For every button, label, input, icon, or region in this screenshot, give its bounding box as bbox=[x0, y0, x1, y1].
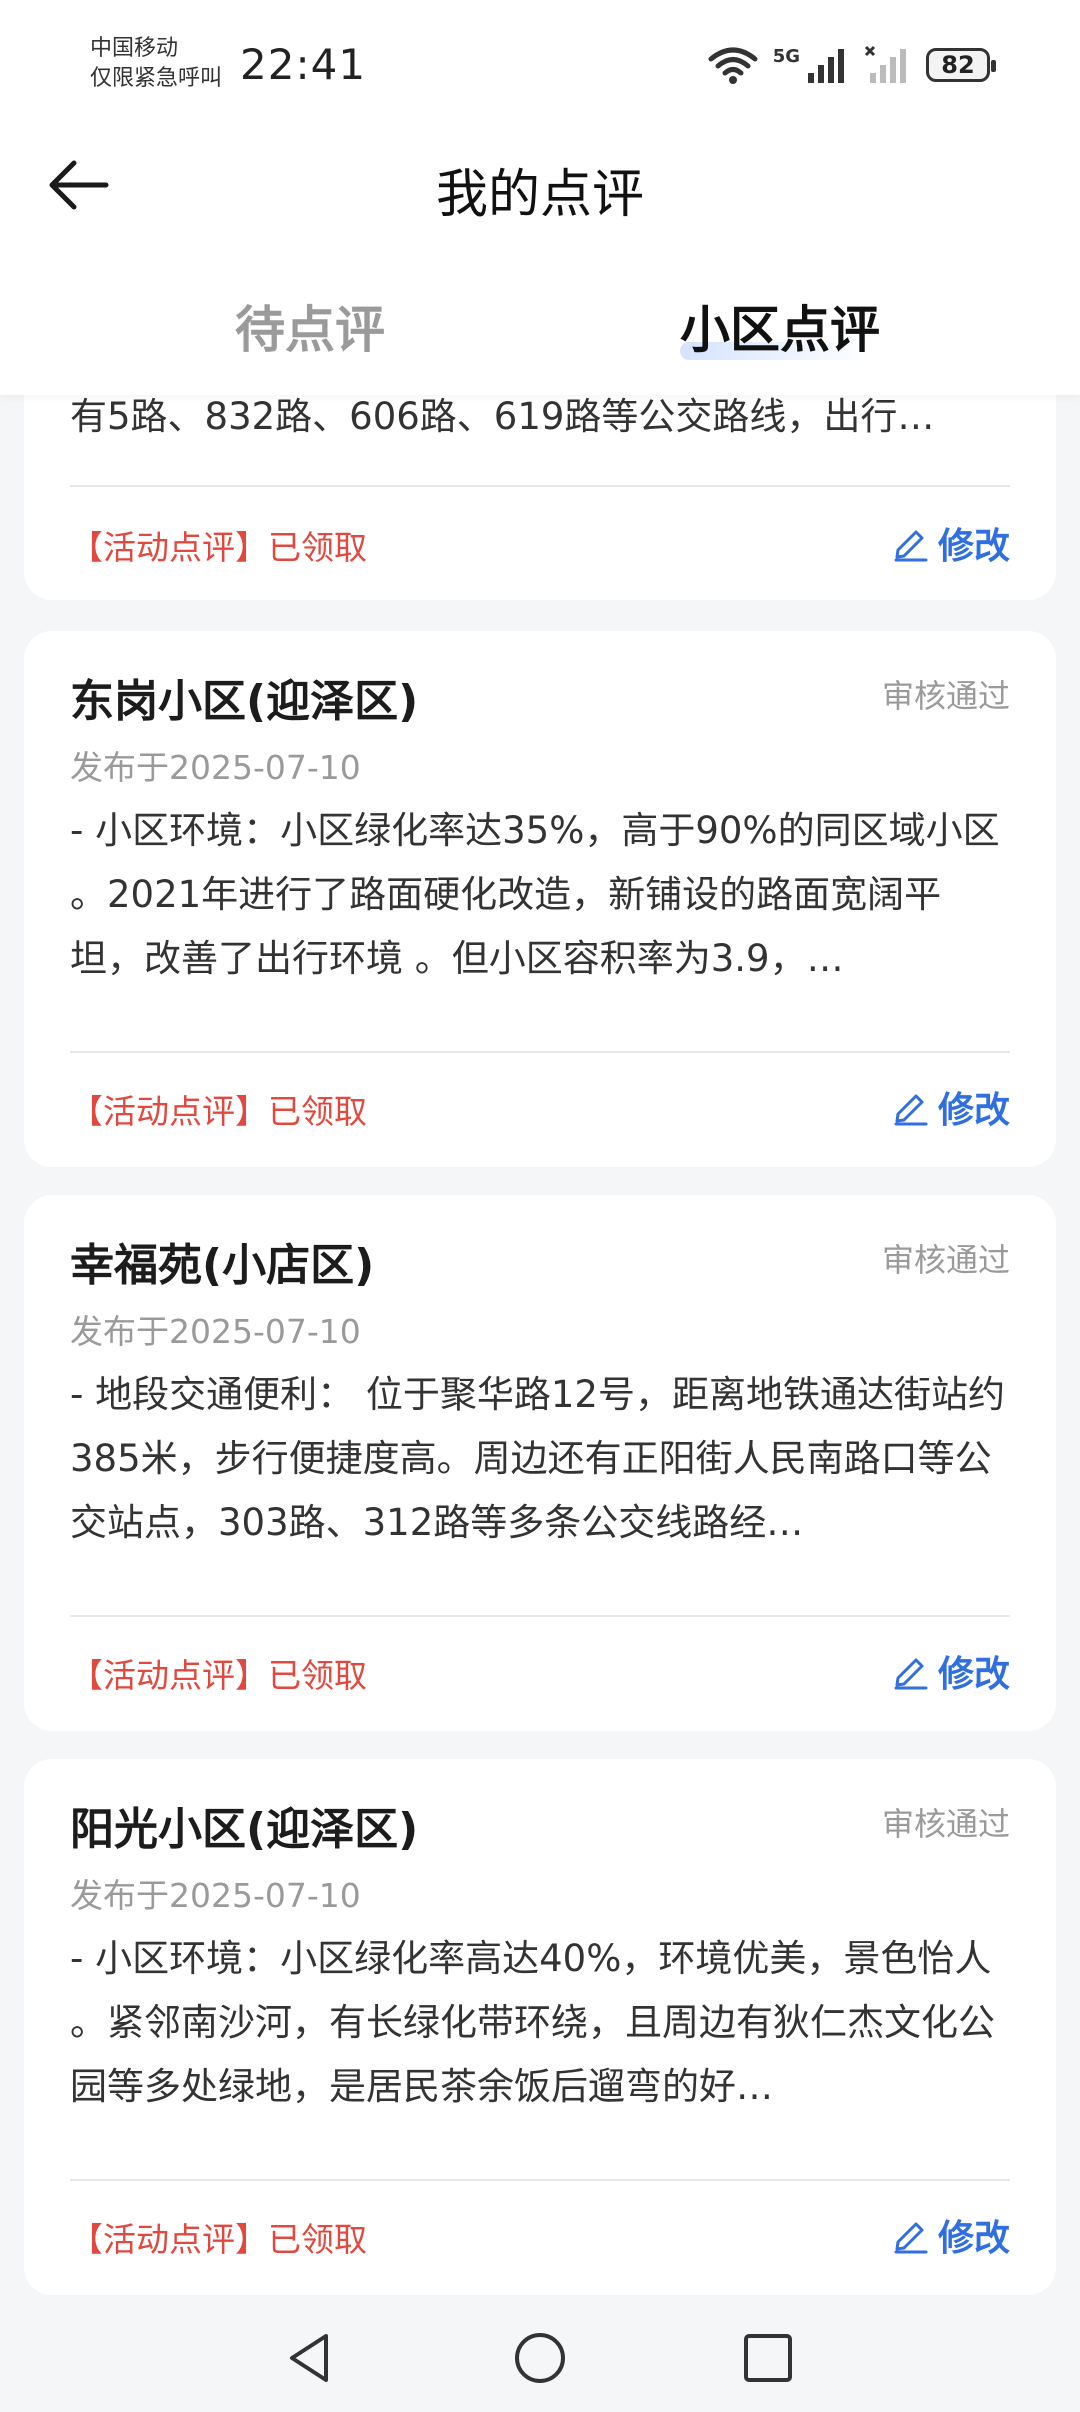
divider bbox=[70, 2179, 1010, 2181]
review-body: 有5路、832路、606路、619路等公交路线，出行… bbox=[70, 395, 935, 438]
app-header: 我的点评 bbox=[0, 130, 1080, 240]
community-name: 幸福苑(小店区) bbox=[70, 1240, 375, 1291]
review-status: 审核通过 bbox=[881, 677, 1010, 715]
publish-date: 发布于2025-07-10 bbox=[70, 1312, 361, 1351]
clock: 22:41 bbox=[240, 40, 367, 89]
system-nav-bar bbox=[0, 2300, 1080, 2412]
divider bbox=[70, 485, 1010, 487]
review-list[interactable]: 有5路、832路、606路、619路等公交路线，出行… 【活动点评】已领取 修改… bbox=[0, 395, 1080, 2300]
divider bbox=[70, 1051, 1010, 1053]
nav-back-icon[interactable] bbox=[280, 2328, 340, 2388]
edit-button[interactable]: 修改 bbox=[892, 1081, 1010, 1133]
edit-icon bbox=[894, 530, 928, 562]
activity-tag: 【活动点评】已领取 bbox=[70, 1656, 367, 1695]
edit-label: 修改 bbox=[937, 2218, 1010, 2259]
edit-label: 修改 bbox=[937, 1090, 1010, 1131]
nav-home-icon[interactable] bbox=[510, 2328, 570, 2388]
carrier-name: 中国移动 bbox=[90, 36, 179, 61]
edit-icon bbox=[894, 2222, 928, 2254]
tab-bar: 待点评 小区点评 bbox=[0, 240, 1080, 395]
network-type: 5G bbox=[772, 45, 800, 67]
battery-level: 82 bbox=[941, 51, 975, 79]
signal-icon bbox=[808, 49, 844, 83]
divider bbox=[70, 1615, 1010, 1617]
community-name: 阳光小区(迎泽区) bbox=[70, 1804, 419, 1855]
tab-community-review[interactable]: 小区点评 bbox=[680, 290, 880, 362]
review-body: - 地段交通便利： 位于聚华路12号，距离地铁通达街站约385米，步行便捷度高。… bbox=[70, 1373, 1005, 1544]
battery-icon: 82 bbox=[926, 48, 996, 82]
publish-date: 发布于2025-07-10 bbox=[70, 748, 361, 787]
activity-tag: 【活动点评】已领取 bbox=[70, 2220, 367, 2259]
edit-icon bbox=[894, 1094, 928, 1126]
review-card[interactable]: 幸福苑(小店区) 审核通过 发布于2025-07-10 - 地段交通便利： 位于… bbox=[24, 1195, 1056, 1731]
review-status: 审核通过 bbox=[881, 1241, 1010, 1279]
emergency-only-label: 仅限紧急呼叫 bbox=[90, 66, 223, 91]
edit-button[interactable]: 修改 bbox=[892, 1645, 1010, 1697]
nav-recents-icon[interactable] bbox=[738, 2328, 798, 2388]
edit-label: 修改 bbox=[937, 1654, 1010, 1695]
edit-button[interactable]: 修改 bbox=[892, 517, 1010, 569]
activity-tag: 【活动点评】已领取 bbox=[70, 528, 367, 567]
edit-icon bbox=[894, 1658, 928, 1690]
status-bar: 中国移动 仅限紧急呼叫 22:41 5G 82 bbox=[0, 0, 1080, 130]
review-card[interactable]: 阳光小区(迎泽区) 审核通过 发布于2025-07-10 - 小区环境：小区绿化… bbox=[24, 1759, 1056, 2295]
signal-no-service-icon bbox=[864, 45, 906, 83]
edit-button[interactable]: 修改 bbox=[892, 2209, 1010, 2261]
publish-date: 发布于2025-07-10 bbox=[70, 1876, 361, 1915]
review-body: - 小区环境：小区绿化率达35%，高于90%的同区域小区 。2021年进行了路面… bbox=[70, 809, 1000, 980]
tab-pending-review[interactable]: 待点评 bbox=[235, 290, 385, 362]
review-card[interactable]: 东岗小区(迎泽区) 审核通过 发布于2025-07-10 - 小区环境：小区绿化… bbox=[24, 631, 1056, 1167]
review-body: - 小区环境：小区绿化率高达40%，环境优美，景色怡人 。紧邻南沙河，有长绿化带… bbox=[70, 1937, 995, 2108]
review-card: 有5路、832路、606路、619路等公交路线，出行… 【活动点评】已领取 修改 bbox=[24, 395, 1056, 600]
community-name: 东岗小区(迎泽区) bbox=[70, 676, 419, 727]
carrier-info: 中国移动 仅限紧急呼叫 bbox=[90, 34, 222, 94]
edit-label: 修改 bbox=[937, 526, 1010, 567]
activity-tag: 【活动点评】已领取 bbox=[70, 1092, 367, 1131]
wifi-icon bbox=[708, 47, 758, 84]
page-title: 我的点评 bbox=[435, 165, 644, 225]
status-icons: 5G 82 bbox=[707, 42, 996, 88]
review-status: 审核通过 bbox=[881, 1805, 1010, 1843]
